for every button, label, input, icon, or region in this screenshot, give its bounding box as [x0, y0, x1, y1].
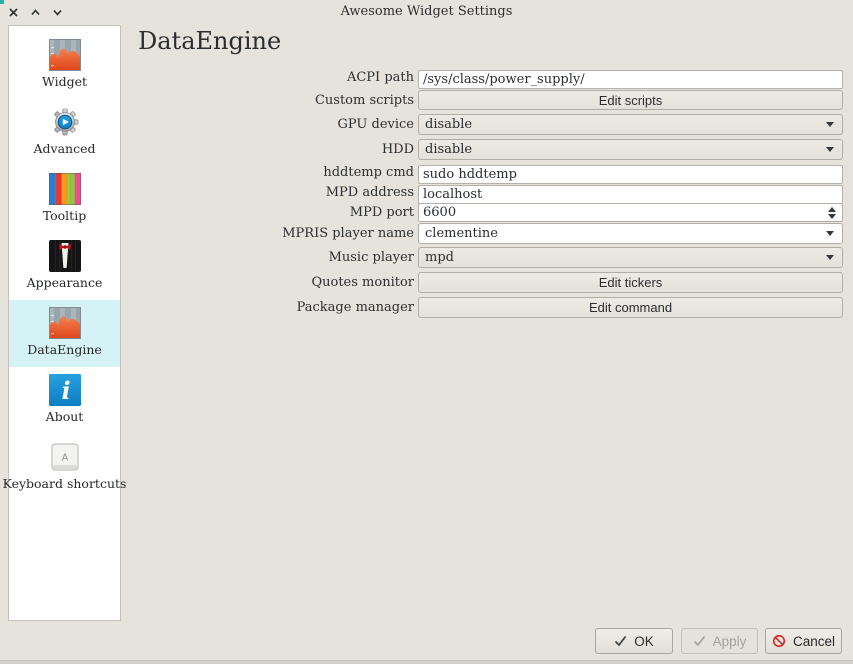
hdd-label: HDD: [140, 142, 418, 157]
awesome-widget-settings-window: { "window": { "title": "Awesome Widget S…: [0, 0, 853, 664]
sidebar-item-label: Appearance: [27, 275, 103, 290]
check-icon: [693, 635, 706, 647]
sidebar-item-dataengine[interactable]: DataEngine: [9, 300, 120, 367]
edit-tickers-button[interactable]: Edit tickers: [418, 272, 843, 293]
sidebar-item-label: About: [46, 409, 84, 424]
hdd-value: disable: [425, 142, 472, 157]
sidebar-item-advanced[interactable]: Advanced: [9, 99, 120, 166]
mpris-player-name-combobox[interactable]: clementine: [418, 223, 843, 244]
keycap-icon: [49, 441, 81, 473]
sidebar-item-about[interactable]: About: [9, 367, 120, 434]
check-icon: [614, 635, 627, 647]
mpd-address-input[interactable]: [418, 185, 843, 204]
no-entry-icon: [772, 634, 786, 648]
mpd-port-value: 6600: [423, 205, 456, 220]
ok-button[interactable]: OK: [595, 628, 673, 654]
music-player-value: mpd: [425, 250, 454, 265]
hdd-dropdown[interactable]: disable: [418, 139, 843, 160]
sidebar-item-tooltip[interactable]: Tooltip: [9, 166, 120, 233]
cancel-button-label: Cancel: [793, 634, 835, 649]
mpd-port-label: MPD port: [140, 205, 418, 220]
info-icon: [49, 374, 81, 406]
mpris-player-name-label: MPRIS player name: [140, 226, 418, 241]
chart-icon: [49, 307, 81, 339]
package-manager-label: Package manager: [140, 300, 418, 315]
edit-command-button[interactable]: Edit command: [418, 297, 843, 318]
spinner-arrows: [828, 207, 836, 219]
window-title: Awesome Widget Settings: [0, 4, 853, 19]
mpd-address-label: MPD address: [140, 185, 418, 200]
window-bottom-edge: [0, 660, 853, 664]
gpu-device-label: GPU device: [140, 117, 418, 132]
sidebar-item-label: Tooltip: [43, 208, 86, 223]
edit-scripts-button[interactable]: Edit scripts: [418, 90, 843, 110]
tuxedo-icon: [49, 240, 81, 272]
chevron-down-icon: [826, 122, 834, 127]
acpi-path-label: ACPI path: [140, 70, 418, 85]
sidebar-item-label: Keyboard shortcuts: [3, 476, 127, 491]
music-player-dropdown[interactable]: mpd: [418, 247, 843, 268]
sidebar-item-label: Advanced: [34, 141, 96, 156]
apply-button-label: Apply: [713, 634, 747, 649]
acpi-path-input[interactable]: [418, 70, 843, 89]
custom-scripts-label: Custom scripts: [140, 93, 418, 108]
apply-button[interactable]: Apply: [681, 628, 758, 654]
gpu-device-value: disable: [425, 117, 472, 132]
page-title: DataEngine: [138, 27, 281, 55]
spin-down-icon[interactable]: [828, 214, 836, 219]
hddtemp-cmd-input[interactable]: [418, 165, 843, 184]
sidebar-item-label: Widget: [42, 74, 87, 89]
spin-up-icon[interactable]: [828, 207, 836, 212]
mpd-port-spinbox[interactable]: 6600: [418, 203, 843, 222]
mpris-player-name-value: clementine: [425, 226, 498, 241]
chart-icon: [49, 39, 81, 71]
sidebar-item-keyboard-shortcuts[interactable]: Keyboard shortcuts: [9, 434, 120, 501]
quotes-monitor-label: Quotes monitor: [140, 275, 418, 290]
cancel-button[interactable]: Cancel: [765, 628, 842, 654]
chevron-down-icon: [826, 231, 834, 236]
hddtemp-cmd-label: hddtemp cmd: [140, 165, 418, 180]
chevron-down-icon: [826, 255, 834, 260]
stripes-icon: [49, 173, 81, 205]
sidebar-item-label: DataEngine: [27, 342, 102, 357]
sidebar-item-appearance[interactable]: Appearance: [9, 233, 120, 300]
music-player-label: Music player: [140, 250, 418, 265]
category-sidebar: Widget Advanced Tooltip Appearance DataE…: [8, 25, 121, 621]
ok-button-label: OK: [634, 634, 654, 649]
chevron-down-icon: [826, 147, 834, 152]
gpu-device-dropdown[interactable]: disable: [418, 114, 843, 135]
sidebar-item-widget[interactable]: Widget: [9, 32, 120, 99]
gear-icon: [49, 106, 81, 138]
